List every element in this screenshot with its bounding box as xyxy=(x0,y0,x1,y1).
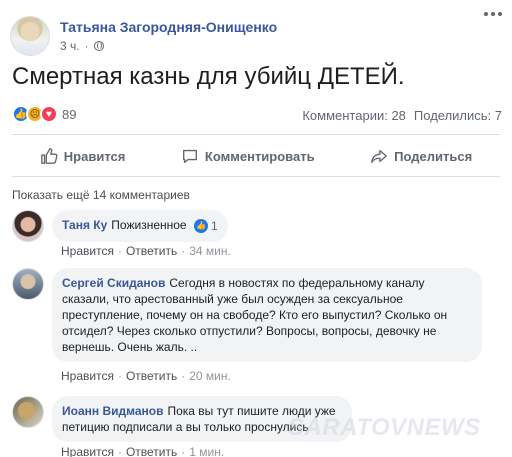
comment-reply-link[interactable]: Ответить xyxy=(126,369,177,383)
comment-reactions[interactable]: 👍 1 xyxy=(193,218,218,234)
comment-text: Пожизненное xyxy=(111,218,187,232)
thumbs-up-icon xyxy=(40,148,58,164)
divider xyxy=(12,176,500,177)
commenter-avatar[interactable] xyxy=(12,210,44,242)
commenter-avatar[interactable] xyxy=(12,268,44,300)
like-badge-icon: 👍 xyxy=(193,218,208,233)
post-meta: 3 ч. · xyxy=(60,39,104,53)
comment-bubble: Сергей Скиданов Сегодня в новостях по фед… xyxy=(52,268,482,362)
globe-icon xyxy=(93,41,104,51)
post-counts: Комментарии: 28 Поделились: 7 xyxy=(302,108,502,123)
reactions-count: 89 xyxy=(62,106,77,122)
comment-item: Таня Ку Пожизненное 👍 1 Нравится · Ответит… xyxy=(12,210,504,264)
reactions-summary[interactable]: 👍 ☹ ♥ 89 xyxy=(12,105,76,123)
share-button-label: Поделиться xyxy=(394,148,473,164)
shares-count[interactable]: Поделились: 7 xyxy=(414,108,502,123)
post-text: Смертная казнь для убийц ДЕТЕЙ. xyxy=(12,63,405,90)
like-button-label: Нравится xyxy=(63,148,126,164)
share-arrow-icon xyxy=(371,149,388,163)
facebook-post: Татьяна Загородняя-Онищенко 3 ч. · Смерт… xyxy=(0,0,512,457)
comment-time[interactable]: 34 мин. xyxy=(189,244,231,258)
comment-actions: Нравится · Ответить · 1 мин. xyxy=(61,445,225,457)
comment-icon xyxy=(182,149,197,163)
commenter-name[interactable]: Сергей Скиданов xyxy=(62,276,165,290)
post-author-name[interactable]: Татьяна Загородняя-Онищенко xyxy=(60,19,277,35)
share-button[interactable]: Поделиться xyxy=(370,147,472,165)
comment-reply-link[interactable]: Ответить xyxy=(126,445,177,457)
watermark: SARATOVNEWS xyxy=(288,414,481,441)
comment-item: Сергей Скиданов Сегодня в новостях по фед… xyxy=(12,268,504,388)
comment-actions: Нравится · Ответить · 34 мин. xyxy=(61,244,231,258)
post-action-bar: Нравится Комментировать Поделиться xyxy=(12,141,500,171)
like-button[interactable]: Нравится xyxy=(40,147,126,165)
comment-button[interactable]: Комментировать xyxy=(181,147,315,165)
commenter-name[interactable]: Таня Ку xyxy=(62,218,107,232)
author-avatar[interactable] xyxy=(10,16,50,56)
comment-like-link[interactable]: Нравится xyxy=(61,369,114,383)
comment-time[interactable]: 20 мин. xyxy=(189,369,231,383)
commenter-name[interactable]: Иоанн Видманов xyxy=(62,404,163,418)
comment-actions: Нравится · Ответить · 20 мин. xyxy=(61,369,231,383)
comment-button-label: Комментировать xyxy=(204,148,315,164)
more-options-icon[interactable] xyxy=(484,12,502,16)
comment-reply-link[interactable]: Ответить xyxy=(126,244,177,258)
comment-like-count: 1 xyxy=(210,218,218,233)
love-reaction-icon: ♥ xyxy=(40,105,58,123)
comments-count[interactable]: Комментарии: 28 xyxy=(302,108,406,123)
comment-like-link[interactable]: Нравится xyxy=(61,445,114,457)
comment-time[interactable]: 1 мин. xyxy=(189,445,224,457)
commenter-avatar[interactable] xyxy=(12,396,44,428)
comment-bubble: Таня Ку Пожизненное 👍 1 xyxy=(52,210,228,242)
comment-like-link[interactable]: Нравится xyxy=(61,244,114,258)
divider xyxy=(12,134,500,135)
show-more-comments-link[interactable]: Показать ещё 14 комментариев xyxy=(12,188,190,202)
post-time[interactable]: 3 ч. xyxy=(60,39,80,53)
